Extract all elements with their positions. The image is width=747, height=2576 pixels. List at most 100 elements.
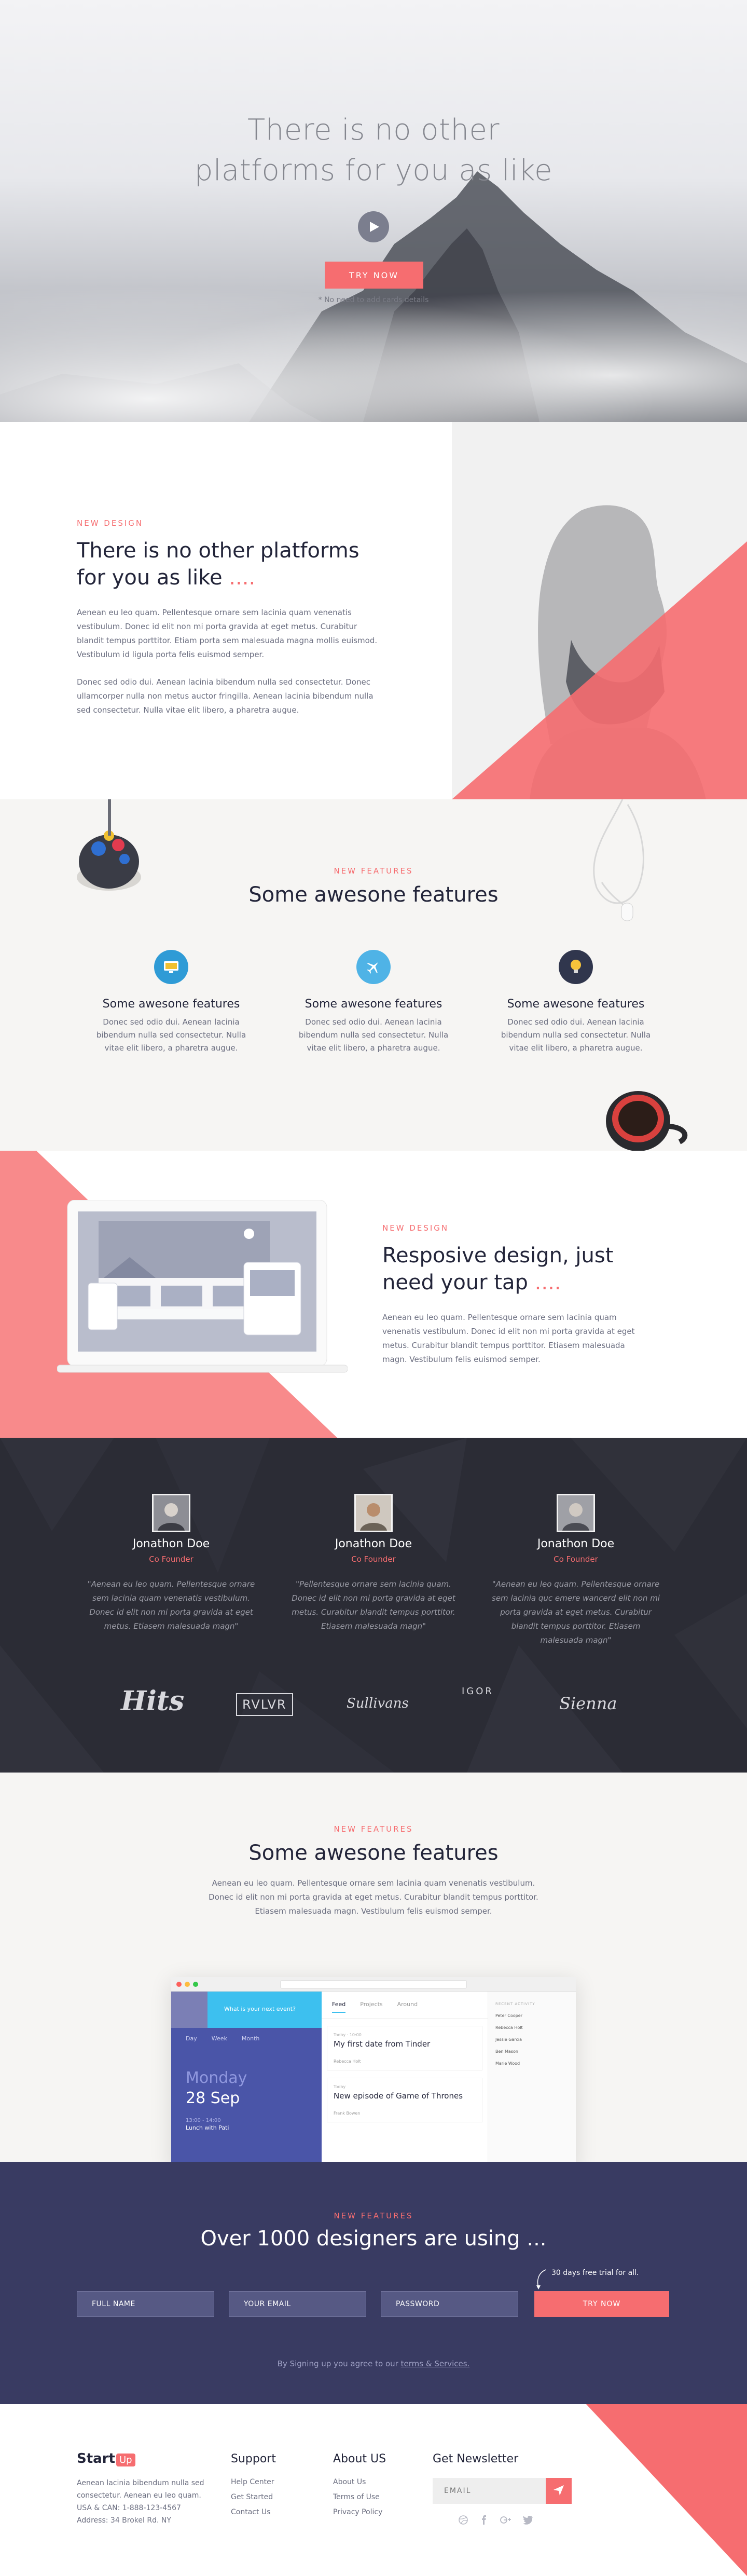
feature-title: Some awesone features bbox=[305, 998, 442, 1011]
feed-post[interactable]: Today · 10:00 My first date from Tinder … bbox=[327, 2026, 482, 2070]
tab-around[interactable]: Around bbox=[397, 2001, 418, 2013]
facebook-icon[interactable] bbox=[479, 2515, 489, 2525]
newsletter-email-input[interactable] bbox=[433, 2478, 546, 2504]
play-video-button[interactable] bbox=[358, 211, 389, 242]
avatar bbox=[557, 1494, 595, 1532]
browser-toolbar bbox=[171, 1977, 576, 1992]
minimize-dot[interactable] bbox=[185, 1982, 190, 1987]
about-title: There is no other platforms for you as l… bbox=[77, 537, 378, 591]
footer-link-contact-us[interactable]: Contact Us bbox=[231, 2508, 276, 2516]
hero-try-now-button[interactable]: TRY NOW bbox=[325, 262, 423, 289]
user-avatar bbox=[171, 1992, 208, 2028]
activity-person[interactable]: Marie Wood bbox=[495, 2061, 569, 2066]
footer-address: Address: 34 Brokel Rd. NY bbox=[77, 2516, 171, 2525]
post-label: Today · 10:00 bbox=[334, 2033, 362, 2037]
signup-try-now-button[interactable]: TRY NOW bbox=[534, 2291, 669, 2317]
laptop-mockup-image bbox=[57, 1200, 348, 1373]
email-input[interactable] bbox=[229, 2291, 366, 2317]
brand-badge: Up bbox=[116, 2454, 135, 2466]
activity-person[interactable]: Ben Mason bbox=[495, 2049, 569, 2054]
tab-week[interactable]: Week bbox=[212, 2035, 227, 2042]
about-paragraph-1: Aenean eu leo quam. Pellentesque ornare … bbox=[77, 608, 378, 659]
search-header: What is your next event? bbox=[171, 1992, 322, 2028]
tab-month[interactable]: Month bbox=[242, 2035, 259, 2042]
maximize-dot[interactable] bbox=[193, 1982, 198, 1987]
browser-mockup: What is your next event? Day Week Month … bbox=[171, 1977, 576, 2162]
member-name: Jonathon Doe bbox=[132, 1537, 210, 1550]
client-logo-igor: IGOR bbox=[462, 1686, 494, 1697]
post-title: My first date from Tinder bbox=[334, 2039, 431, 2049]
feed-post[interactable]: Today New episode of Game of Thrones Fra… bbox=[327, 2078, 482, 2122]
play-icon bbox=[370, 222, 379, 232]
feature-title: Some awesone features bbox=[102, 998, 240, 1011]
features2-title: Some awesone features bbox=[248, 1841, 499, 1865]
footer-link-about-us[interactable]: About Us bbox=[333, 2478, 386, 2486]
responsive-title: Resposive design, just need your tap ...… bbox=[382, 1242, 652, 1296]
footer-link-privacy[interactable]: Privacy Policy bbox=[333, 2508, 386, 2516]
footer-support-column: Support Help Center Get Started Contact … bbox=[231, 2452, 276, 2523]
newsletter-submit-button[interactable] bbox=[546, 2478, 572, 2504]
support-title: Support bbox=[231, 2452, 276, 2465]
close-dot[interactable] bbox=[176, 1982, 182, 1987]
newsletter-title: Get Newsletter bbox=[433, 2452, 519, 2465]
event-search-input[interactable]: What is your next event? bbox=[224, 2006, 296, 2012]
fog-overlay bbox=[0, 266, 747, 422]
feature-card: Some awesone features Donec sed odio dui… bbox=[490, 950, 661, 1055]
client-logo-rvlvr: RVLVR bbox=[236, 1693, 293, 1716]
member-role: Co Founder bbox=[554, 1555, 598, 1564]
team-section: Jonathon Doe Co Founder "Aenean eu leo q… bbox=[0, 1438, 747, 1773]
responsive-title-dots: .... bbox=[534, 1271, 561, 1294]
coffee-cup-image bbox=[606, 1091, 688, 1151]
date-weekday: Monday bbox=[186, 2069, 247, 2087]
member-quote: "Aenean eu leo quam. Pellentesque ornare… bbox=[87, 1579, 255, 1631]
twitter-icon[interactable] bbox=[523, 2515, 533, 2525]
responsive-title-text: Resposive design, just need your tap bbox=[382, 1244, 614, 1294]
activity-person[interactable]: Rebecca Holt bbox=[495, 2025, 569, 2030]
google-plus-icon[interactable] bbox=[500, 2515, 511, 2525]
social-links bbox=[433, 2515, 572, 2525]
activity-person[interactable]: Jessie Garcia bbox=[495, 2037, 569, 2042]
post-title: New episode of Game of Thrones bbox=[334, 2091, 463, 2101]
about-section: NEW DESIGN There is no other platforms f… bbox=[0, 422, 747, 799]
about-paragraph-2: Donec sed odio dui. Aenean lacinia biben… bbox=[77, 677, 374, 715]
features-app-section: NEW FEATURES Some awesone features Aenea… bbox=[0, 1773, 747, 2162]
hero-title: There is no other platforms for you as li… bbox=[0, 110, 747, 191]
date-day: 28 Sep bbox=[186, 2089, 240, 2107]
team-member-card: Jonathon Doe Co Founder "Aenean eu leo q… bbox=[86, 1494, 257, 1633]
features2-eyebrow: NEW FEATURES bbox=[334, 1824, 413, 1834]
features-section: NEW FEATURES Some awesone features Some … bbox=[0, 799, 747, 1151]
dribbble-icon[interactable] bbox=[459, 2515, 468, 2525]
hero-section: There is no other platforms for you as li… bbox=[0, 0, 747, 422]
post-label: Today bbox=[334, 2084, 346, 2089]
about-title-dots: .... bbox=[229, 566, 256, 590]
activity-title: RECENT ACTIVITY bbox=[495, 2002, 535, 2006]
feature-card: Some awesone features Donec sed odio dui… bbox=[86, 950, 257, 1055]
signup-eyebrow: NEW FEATURES bbox=[334, 2211, 413, 2220]
responsive-section: NEW DESIGN Resposive design, just need y… bbox=[0, 1151, 747, 1438]
footer-link-get-started[interactable]: Get Started bbox=[231, 2493, 276, 2501]
footer-brand[interactable]: Start Up bbox=[77, 2451, 135, 2466]
feature-text: Donec sed odio dui. Aenean lacinia biben… bbox=[96, 1017, 246, 1053]
post-author: Rebecca Holt bbox=[334, 2059, 361, 2064]
client-logo-hits: Hits bbox=[121, 1685, 185, 1717]
footer-link-help-center[interactable]: Help Center bbox=[231, 2478, 276, 2486]
activity-panel: RECENT ACTIVITY Peter Cooper Rebecca Hol… bbox=[488, 1992, 576, 2162]
team-member-card: Jonathon Doe Co Founder "Pellentesque or… bbox=[288, 1494, 459, 1633]
terms-link[interactable]: terms & Services. bbox=[401, 2359, 470, 2368]
features2-description: Aenean eu leo quam. Pellentesque ornare … bbox=[209, 1878, 538, 1916]
activity-person[interactable]: Peter Cooper bbox=[495, 2013, 569, 2018]
terms-prefix: By Signing up you agree to our bbox=[277, 2359, 398, 2368]
feature-card: Some awesone features Donec sed odio dui… bbox=[288, 950, 459, 1055]
tab-day[interactable]: Day bbox=[186, 2035, 197, 2042]
event-name: Lunch with Pati bbox=[186, 2124, 229, 2131]
tab-feed[interactable]: Feed bbox=[332, 2001, 346, 2013]
day-tabs: Day Week Month bbox=[171, 2028, 322, 2049]
about-title-footer: About US bbox=[333, 2452, 386, 2465]
footer-link-terms[interactable]: Terms of Use bbox=[333, 2493, 386, 2501]
tab-projects[interactable]: Projects bbox=[360, 2001, 382, 2013]
address-bar[interactable] bbox=[280, 1980, 467, 1988]
client-logo-sienna: Sienna bbox=[559, 1694, 617, 1713]
password-input[interactable] bbox=[381, 2291, 518, 2317]
full-name-input[interactable] bbox=[77, 2291, 214, 2317]
about-eyebrow: NEW DESIGN bbox=[77, 519, 144, 528]
